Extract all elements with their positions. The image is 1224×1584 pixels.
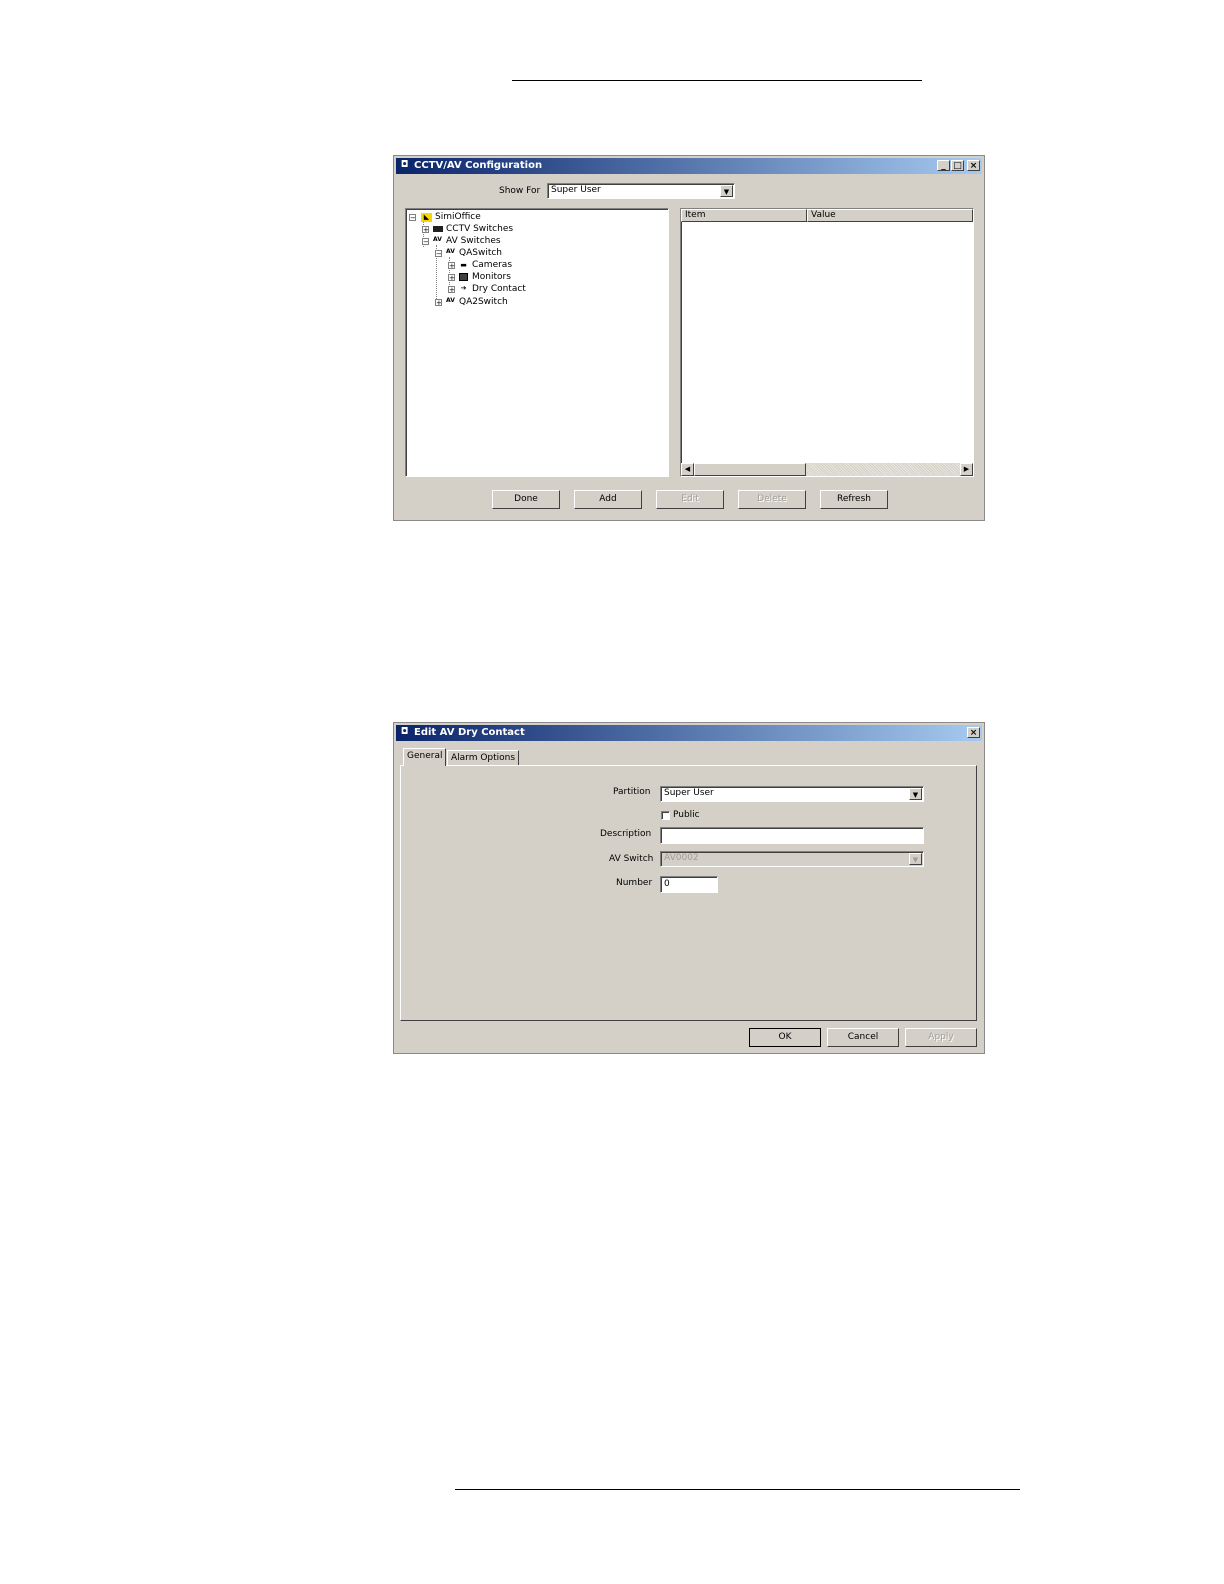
expand-icon[interactable]: + [448, 286, 455, 294]
expand-icon[interactable]: + [435, 299, 442, 307]
chevron-down-icon[interactable]: ▼ [909, 788, 922, 800]
column-header-value[interactable]: Value [807, 209, 973, 222]
show-for-dropdown[interactable]: Super User ▼ [547, 183, 735, 199]
tab-alarm-options[interactable]: Alarm Options [447, 750, 520, 766]
tree-node-label: QA2Switch [459, 297, 508, 307]
cctv-switch-icon [433, 226, 443, 232]
apply-button[interactable]: Apply [905, 1028, 977, 1047]
header-rule [512, 80, 922, 81]
app-icon: ◘ [400, 727, 409, 737]
partition-dropdown[interactable]: Super User ▼ [660, 786, 924, 802]
tree-node-label: Monitors [472, 272, 511, 282]
description-input[interactable] [660, 827, 924, 844]
done-button[interactable]: Done [492, 490, 560, 509]
device-tree[interactable]: − ◣ SimiOffice + CCTV Switches − AV AV S… [405, 208, 669, 477]
scrollbar-thumb[interactable] [694, 463, 806, 476]
tree-node-label: SimiOffice [435, 212, 481, 222]
av-icon: AV [446, 297, 455, 304]
tab-general[interactable]: General [403, 748, 447, 766]
app-icon: ◘ [400, 160, 409, 170]
av-icon: AV [433, 236, 442, 243]
number-label: Number [616, 878, 653, 888]
window-title: CCTV/AV Configuration [414, 160, 543, 171]
column-header-item[interactable]: Item [681, 209, 807, 222]
delete-button[interactable]: Delete [738, 490, 806, 509]
edit-button[interactable]: Edit [656, 490, 724, 509]
scroll-left-arrow-icon[interactable]: ◀ [681, 463, 694, 476]
collapse-icon[interactable]: − [435, 250, 442, 258]
title-bar: ◘ CCTV/AV Configuration _ □ × [396, 158, 982, 174]
collapse-icon[interactable]: − [409, 214, 416, 222]
scroll-right-arrow-icon[interactable]: ▶ [960, 463, 973, 476]
cancel-button[interactable]: Cancel [827, 1028, 899, 1047]
horizontal-scrollbar[interactable]: ◀ ▶ [681, 463, 973, 476]
property-list[interactable]: Item Value ◀ ▶ [680, 208, 974, 477]
number-input[interactable]: 0 [660, 876, 718, 893]
maximize-button[interactable]: □ [951, 160, 964, 171]
tree-node-label: QASwitch [459, 248, 502, 258]
partition-label: Partition [613, 787, 651, 797]
show-for-value: Super User [551, 185, 601, 195]
partition-value: Super User [664, 788, 714, 798]
expand-icon[interactable]: + [448, 274, 455, 282]
av-switch-label: AV Switch [609, 854, 654, 864]
expand-icon[interactable]: + [422, 226, 429, 234]
collapse-icon[interactable]: − [422, 238, 429, 246]
av-switch-dropdown[interactable]: AV0002 ▼ [660, 851, 924, 867]
close-button[interactable]: × [967, 727, 980, 738]
minimize-button[interactable]: _ [937, 160, 950, 171]
av-switch-value: AV0002 [664, 853, 699, 863]
add-button[interactable]: Add [574, 490, 642, 509]
expand-icon[interactable]: + [448, 262, 455, 270]
camera-icon: ▬ [460, 261, 467, 269]
av-icon: AV [446, 248, 455, 255]
public-checkbox[interactable] [661, 811, 670, 820]
description-label: Description [600, 829, 652, 839]
dry-contact-icon: ➔ [460, 284, 467, 292]
refresh-button[interactable]: Refresh [820, 490, 888, 509]
building-icon: ◣ [421, 213, 432, 222]
cctv-av-configuration-window: ◘ CCTV/AV Configuration _ □ × Show For S… [393, 155, 985, 521]
general-tab-panel: Partition Super User ▼ Public Descriptio… [400, 765, 977, 1021]
tree-node-label: Cameras [472, 260, 513, 270]
tree-node-label: Dry Contact [472, 284, 526, 294]
chevron-down-icon[interactable]: ▼ [909, 853, 922, 865]
show-for-label: Show For [499, 186, 541, 196]
footer-rule [455, 1489, 1020, 1490]
public-label: Public [673, 810, 700, 820]
edit-av-dry-contact-window: ◘ Edit AV Dry Contact × General Alarm Op… [393, 722, 985, 1054]
close-button[interactable]: × [967, 160, 980, 171]
monitor-icon [459, 273, 468, 281]
window-title: Edit AV Dry Contact [414, 727, 525, 738]
tree-node-label: CCTV Switches [446, 224, 514, 234]
title-bar: ◘ Edit AV Dry Contact × [396, 725, 982, 741]
ok-button[interactable]: OK [749, 1028, 821, 1047]
tree-node-label: AV Switches [446, 236, 501, 246]
chevron-down-icon[interactable]: ▼ [720, 185, 733, 197]
